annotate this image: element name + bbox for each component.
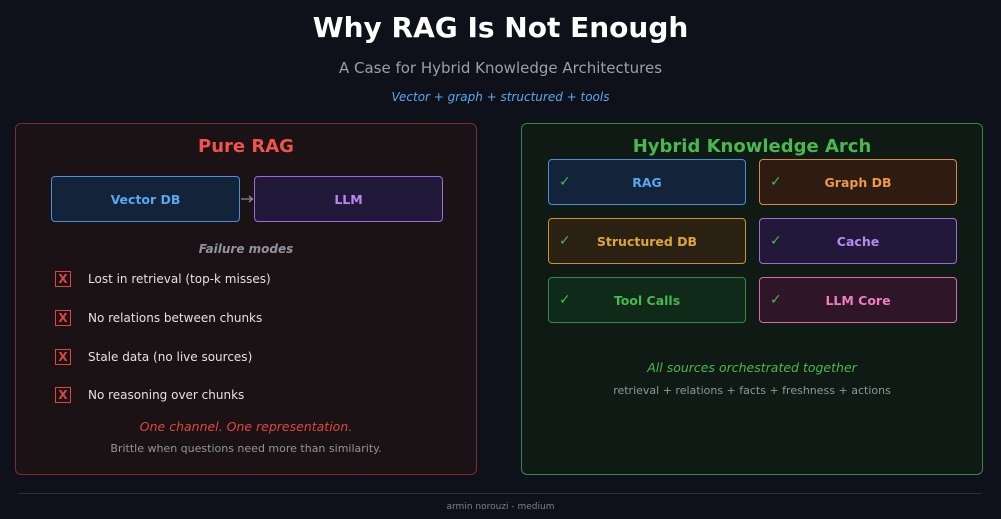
footer-credit: armin norouzi - medium (446, 502, 555, 512)
component-label: Graph DB (824, 174, 892, 190)
pure-rag-panel: Pure RAG Vector DB LLM Failure modes X L… (15, 123, 477, 475)
component-rag: ✓ RAG (548, 159, 746, 205)
failure-modes-heading: Failure modes (198, 242, 294, 256)
failure-text: No reasoning over chunks (88, 388, 245, 402)
hybrid-subnote: retrieval + relations + facts + freshnes… (613, 384, 891, 397)
failure-item: X No reasoning over chunks (55, 386, 244, 404)
x-mark-icon: X (55, 271, 71, 287)
failure-item: X No relations between chunks (55, 309, 262, 327)
hybrid-arch-title: Hybrid Knowledge Arch (632, 136, 872, 157)
x-mark-icon: X (55, 349, 71, 365)
tagline: Vector + graph + structured + tools (391, 90, 610, 104)
llm-box: LLM (254, 176, 443, 222)
component-label: LLM Core (825, 292, 891, 308)
failure-text: No relations between chunks (88, 311, 263, 325)
footer-divider (18, 493, 981, 494)
failure-text: Stale data (no live sources) (88, 350, 253, 364)
pure-rag-title: Pure RAG (198, 136, 294, 157)
component-label: RAG (632, 174, 662, 190)
component-label: Structured DB (596, 233, 698, 249)
component-label: Cache (836, 233, 880, 249)
failure-item: X Lost in retrieval (top-k misses) (55, 270, 271, 288)
arrow-right-icon (241, 195, 254, 203)
x-mark-icon: X (55, 387, 71, 403)
vector-db-box: Vector DB (51, 176, 240, 222)
component-graph-db: ✓ Graph DB (759, 159, 957, 205)
component-structured-db: ✓ Structured DB (548, 218, 746, 264)
component-tool-calls: ✓ Tool Calls (548, 277, 746, 323)
failure-item: X Stale data (no live sources) (55, 348, 252, 366)
page-title: Why RAG Is Not Enough (312, 11, 689, 44)
component-cache: ✓ Cache (759, 218, 957, 264)
x-mark-icon: X (55, 310, 71, 326)
component-label: Tool Calls (613, 292, 681, 308)
pure-rag-subnote: Brittle when questions need more than si… (110, 442, 382, 455)
hybrid-arch-panel: Hybrid Knowledge Arch ✓ RAG ✓ Graph DB ✓… (521, 123, 983, 475)
failure-text: Lost in retrieval (top-k misses) (88, 272, 271, 286)
hybrid-summary: All sources orchestrated together (647, 360, 857, 375)
pure-rag-summary: One channel. One representation. (139, 419, 353, 434)
component-llm-core: ✓ LLM Core (759, 277, 957, 323)
page-subtitle: A Case for Hybrid Knowledge Architecture… (338, 59, 663, 77)
